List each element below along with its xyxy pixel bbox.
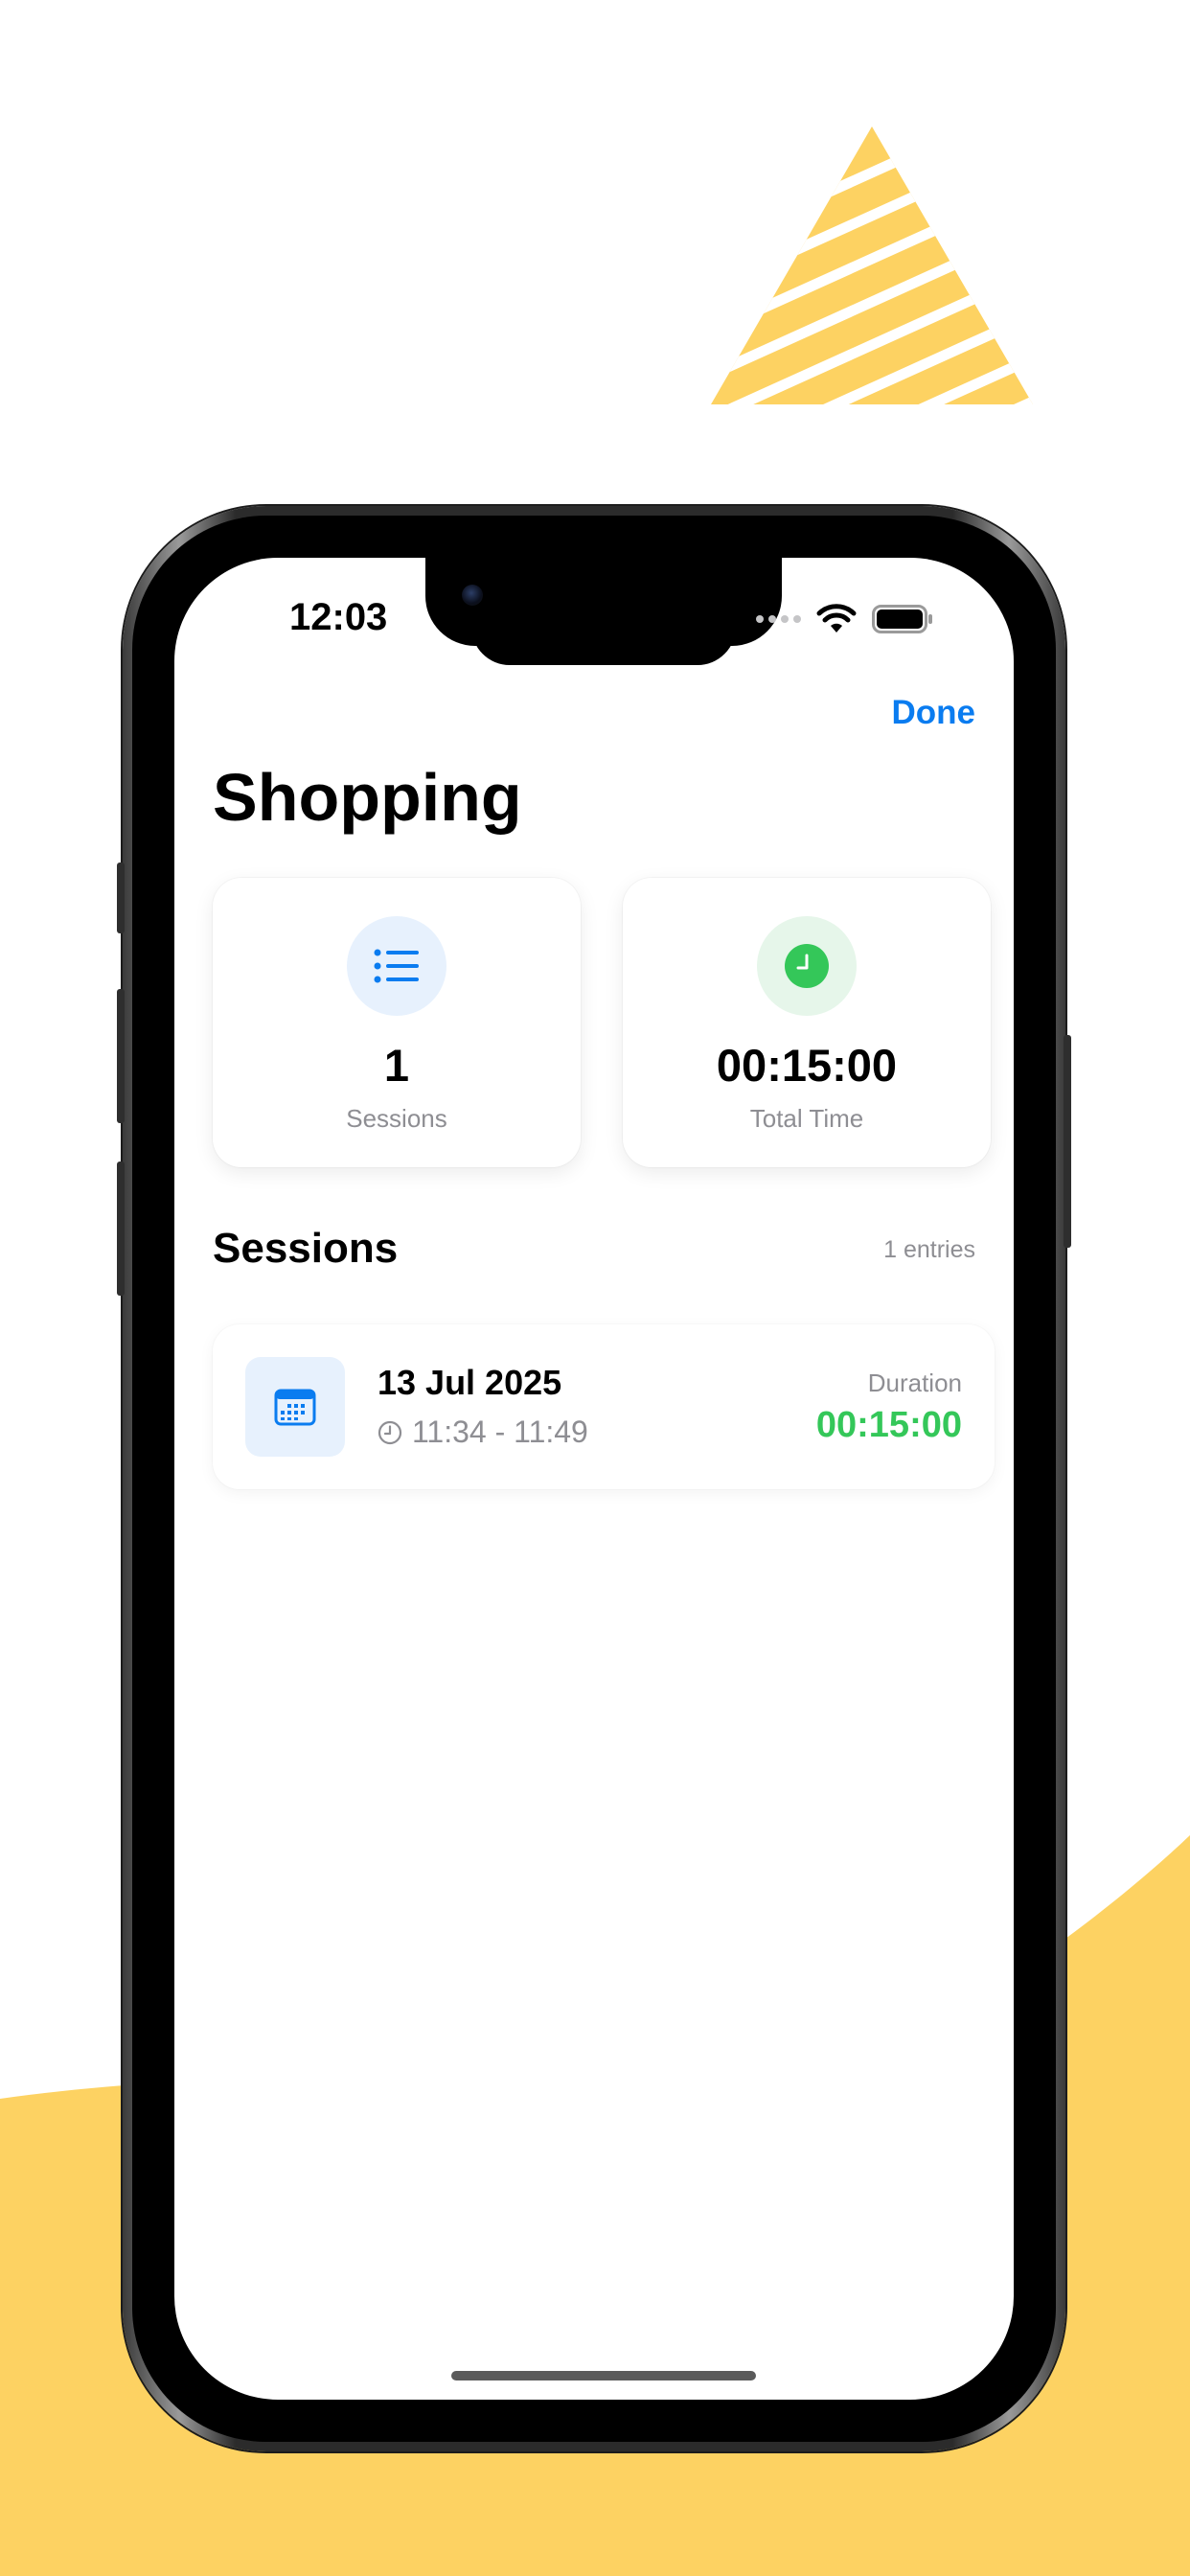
notch-lower [471,615,736,665]
list-icon [374,949,419,983]
sessions-count: 1 [383,1040,410,1091]
battery-icon [872,605,932,633]
volume-down-button [117,1162,125,1296]
status-time: 12:03 [289,596,388,638]
duration-value: 00:15:00 [815,1405,962,1445]
status-icons [756,604,933,634]
signal-dots-icon [756,615,801,623]
calendar-icon [274,1389,316,1426]
entries-count: 1 entries [883,1236,975,1263]
session-time: 11:34 - 11:49 [378,1414,588,1450]
sessions-label: Sessions [346,1104,447,1133]
session-time-range: 11:34 - 11:49 [412,1414,588,1449]
stat-icon-circle [757,916,857,1016]
power-button [1064,1035,1071,1248]
total-time-value: 00:15:00 [716,1040,898,1091]
app-screen: 12:03 Done Shopping 1 Sessions 00:15:00 … [174,558,1014,2400]
stat-card-total-time: 00:15:00 Total Time [623,878,991,1167]
sessions-section-title: Sessions [213,1225,399,1272]
volume-up-button [117,989,125,1123]
silent-switch [117,862,125,933]
clock-icon [785,944,829,988]
stat-icon-circle [347,916,446,1016]
duration-label: Duration [867,1368,962,1397]
wifi-icon [816,604,857,632]
home-indicator[interactable] [451,2371,756,2380]
session-date: 13 Jul 2025 [378,1363,562,1402]
stat-card-sessions: 1 Sessions [213,878,581,1167]
done-button[interactable]: Done [892,694,976,732]
session-row[interactable]: 13 Jul 2025 11:34 - 11:49 Duration 00:15… [213,1324,995,1489]
clock-outline-icon [378,1420,402,1444]
phone-frame: 12:03 Done Shopping 1 Sessions 00:15:00 … [117,506,1071,2451]
total-time-label: Total Time [749,1104,864,1133]
front-camera [462,585,483,606]
page-title: Shopping [213,760,522,835]
session-icon-tile [245,1357,345,1457]
phone-bezel: 12:03 Done Shopping 1 Sessions 00:15:00 … [132,516,1056,2442]
